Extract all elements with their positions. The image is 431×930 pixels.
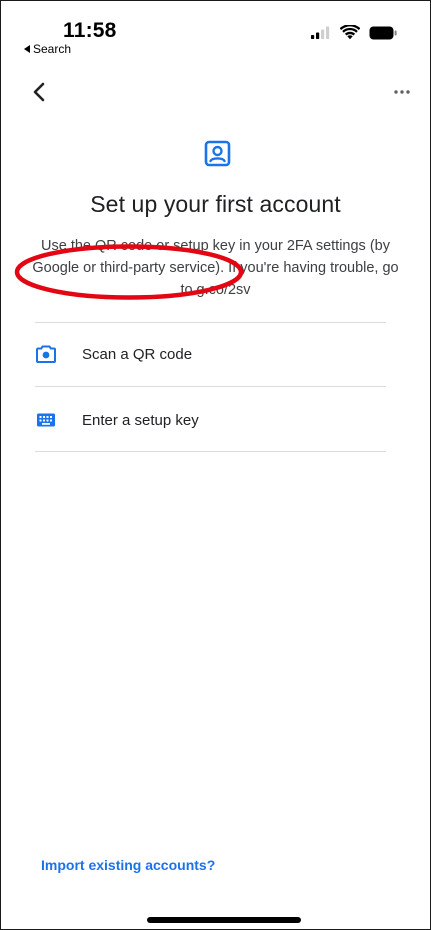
status-icons — [311, 25, 397, 40]
account-box-icon — [204, 140, 231, 167]
import-existing-accounts-link[interactable]: Import existing accounts? — [41, 857, 215, 873]
more-horizontal-icon — [394, 90, 410, 94]
battery-icon — [369, 26, 397, 39]
status-back-to-search[interactable]: Search — [24, 42, 71, 56]
back-button[interactable] — [29, 81, 51, 103]
page-title: Set up your first account — [90, 191, 341, 217]
keyboard-icon — [35, 409, 57, 431]
divider-middle — [35, 386, 386, 387]
scan-qr-code-option[interactable]: Scan a QR code — [35, 323, 386, 385]
more-options-button[interactable] — [390, 81, 414, 103]
status-time: 11:58 — [63, 19, 117, 42]
app-screen: 11:58 Search Set up your first account U… — [0, 0, 431, 930]
wifi-icon — [340, 25, 360, 40]
status-back-label: Search — [33, 42, 72, 56]
chevron-left-icon — [33, 82, 45, 102]
home-indicator[interactable] — [147, 917, 301, 923]
page-description: Use the QR code or setup key in your 2FA… — [32, 238, 399, 298]
enter-setup-key-label: Enter a setup key — [82, 411, 199, 429]
cellular-signal-icon — [311, 26, 330, 39]
divider-bottom — [35, 451, 386, 452]
back-triangle-icon — [24, 45, 30, 53]
scan-qr-code-label: Scan a QR code — [82, 345, 193, 363]
enter-setup-key-option[interactable]: Enter a setup key — [35, 389, 386, 451]
camera-icon — [35, 343, 57, 365]
